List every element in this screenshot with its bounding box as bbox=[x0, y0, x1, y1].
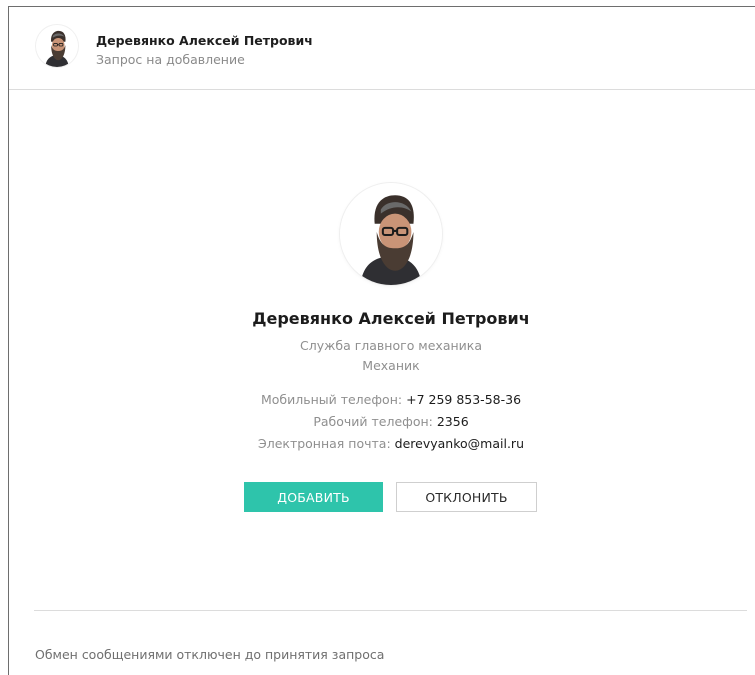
bearded-man-avatar-icon bbox=[340, 183, 442, 285]
email-value: derevyanko@mail.ru bbox=[394, 436, 524, 451]
header-request-status: Запрос на добавление bbox=[96, 52, 245, 67]
footer-divider bbox=[34, 610, 747, 611]
work-phone-value: 2356 bbox=[436, 414, 469, 429]
messaging-disabled-notice: Обмен сообщениями отключен до принятия з… bbox=[35, 647, 385, 662]
email-row: Электронная почта: derevyanko@mail.ru bbox=[9, 436, 755, 451]
mobile-phone-value: +7 259 853-58-36 bbox=[406, 392, 522, 407]
contact-request-panel: Деревянко Алексей Петрович Запрос на доб… bbox=[8, 6, 755, 675]
add-contact-button[interactable]: ДОБАВИТЬ bbox=[244, 482, 383, 512]
profile-avatar[interactable] bbox=[340, 183, 442, 285]
decline-request-button[interactable]: ОТКЛОНИТЬ bbox=[396, 482, 537, 512]
mobile-phone-row: Мобильный телефон: +7 259 853-58-36 bbox=[9, 392, 755, 407]
bearded-man-avatar-icon bbox=[36, 25, 78, 67]
contact-profile-card: Деревянко Алексей Петрович Служба главно… bbox=[9, 90, 755, 610]
header-contact-name: Деревянко Алексей Петрович bbox=[96, 33, 313, 48]
chat-header: Деревянко Алексей Петрович Запрос на доб… bbox=[9, 7, 755, 90]
profile-department: Служба главного механика bbox=[300, 338, 482, 353]
profile-position: Механик bbox=[362, 358, 420, 373]
profile-contact-name: Деревянко Алексей Петрович bbox=[252, 309, 530, 328]
work-phone-row: Рабочий телефон: 2356 bbox=[9, 414, 755, 429]
header-avatar[interactable] bbox=[36, 25, 78, 67]
email-label: Электронная почта: bbox=[257, 436, 391, 451]
mobile-phone-label: Мобильный телефон: bbox=[260, 392, 403, 407]
work-phone-label: Рабочий телефон: bbox=[313, 414, 433, 429]
